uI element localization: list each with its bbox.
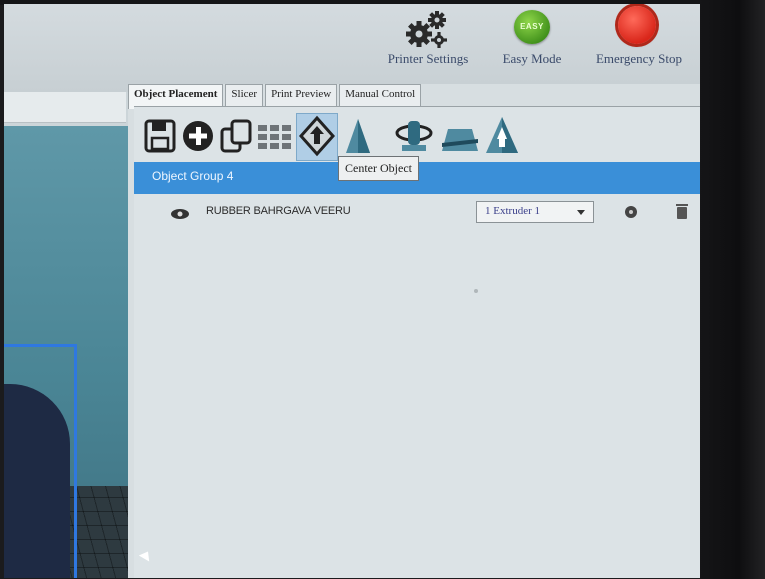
- chevron-down-icon: [577, 210, 585, 215]
- easy-mode-icon: EASY: [514, 10, 550, 44]
- tab-manual-control[interactable]: Manual Control: [339, 84, 422, 107]
- emergency-stop-button[interactable]: Emergency Stop: [580, 4, 698, 84]
- object-panel: Object Placement Slicer Print Preview Ma…: [128, 84, 702, 578]
- extruder-value: 1 Extruder 1: [485, 205, 540, 217]
- mirror-icon[interactable]: [480, 113, 524, 159]
- cut-icon[interactable]: [438, 113, 482, 159]
- view-area: [4, 92, 147, 578]
- scale-icon[interactable]: [340, 113, 378, 159]
- view-header: [4, 92, 126, 123]
- center-object-icon[interactable]: [296, 113, 338, 161]
- object-group-label: Object Group 4: [152, 169, 234, 183]
- printer-settings-button[interactable]: Printer Settings: [372, 4, 484, 84]
- monitor-bezel-right: [700, 0, 765, 579]
- selection-bounding-box: [4, 344, 77, 578]
- rotate-icon[interactable]: [392, 113, 436, 159]
- easy-mode-button[interactable]: EASY Easy Mode: [490, 4, 574, 84]
- screen-speck: [474, 289, 478, 293]
- object-name: RUBBER BAHRGAVA VEERU: [206, 205, 351, 217]
- center-object-tooltip: Center Object: [338, 156, 419, 181]
- save-icon[interactable]: [142, 113, 180, 159]
- tab-slicer[interactable]: Slicer: [225, 84, 264, 107]
- object-row[interactable]: RUBBER BAHRGAVA VEERU 1 Extruder 1: [134, 197, 702, 227]
- settings-icon[interactable]: [624, 205, 638, 224]
- autoposition-icon[interactable]: [256, 113, 294, 159]
- 3d-viewport[interactable]: [4, 126, 132, 578]
- panel-tabs: Object Placement Slicer Print Preview Ma…: [128, 84, 423, 109]
- gears-icon: [403, 10, 453, 50]
- emergency-stop-label: Emergency Stop: [595, 51, 683, 66]
- extruder-select[interactable]: 1 Extruder 1: [476, 201, 594, 223]
- tab-print-preview[interactable]: Print Preview: [265, 84, 338, 107]
- top-toolbar: Printer Settings EASY Easy Mode Emergenc…: [4, 4, 702, 93]
- emergency-stop-icon: [618, 6, 656, 44]
- printer-settings-label: Printer Settings: [387, 51, 469, 66]
- eye-icon[interactable]: [170, 207, 190, 225]
- add-object-icon[interactable]: [180, 113, 218, 159]
- app-window: Printer Settings EASY Easy Mode Emergenc…: [4, 4, 706, 578]
- copy-objects-icon[interactable]: [218, 113, 256, 159]
- easy-mode-label: Easy Mode: [502, 51, 562, 66]
- trash-icon[interactable]: [676, 203, 688, 224]
